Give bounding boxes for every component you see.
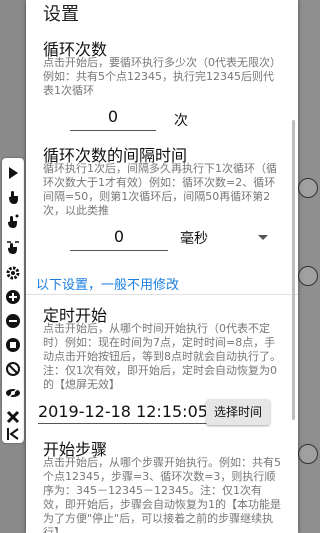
divider: [26, 294, 298, 295]
interval-unit-select[interactable]: 毫秒: [180, 224, 272, 250]
timed-start-datetime[interactable]: 2019-12-18 12:15:05: [38, 402, 210, 424]
start-step-description: 点击开始后，从哪个步骤开始执行。例如：共有5个点12345，步骤=3、循环次数=…: [43, 456, 281, 533]
tap-icon[interactable]: [4, 212, 22, 230]
scrollbar[interactable]: [292, 120, 295, 420]
settings-dialog: 设置 循环次数 点击开始后，要循环执行多少次（0代表无限次）例如：共有5个点12…: [26, 0, 298, 533]
interval-unit-selected: 毫秒: [180, 231, 208, 247]
loop-interval-description: 循环执行1次后，间隔多久再执行下1次循环（循环次数大于1才有效）例如：循环次数=…: [43, 162, 277, 217]
background-marker-circle: [298, 444, 318, 464]
loop-count-unit: 次: [174, 113, 188, 129]
loop-count-input[interactable]: 0: [70, 104, 156, 131]
close-icon[interactable]: [4, 408, 22, 426]
settings-icon[interactable]: [4, 264, 22, 282]
select-time-button[interactable]: 选择时间: [206, 399, 270, 425]
play-icon[interactable]: [4, 164, 22, 182]
stop-icon[interactable]: [4, 336, 22, 354]
swipe-icon[interactable]: [4, 238, 22, 256]
dialog-title: 设置: [43, 4, 79, 25]
loop-interval-input[interactable]: 0: [70, 224, 168, 251]
background-marker-circle: [298, 266, 318, 286]
remove-icon[interactable]: [4, 312, 22, 330]
chevron-down-icon: [258, 235, 268, 240]
touch-icon[interactable]: [4, 188, 22, 206]
eye-off-icon[interactable]: [4, 384, 22, 402]
loop-count-description: 点击开始后，要循环执行多少次（0代表无限次）例如：共有5个点12345，执行完1…: [43, 56, 281, 97]
collapse-icon[interactable]: [4, 426, 22, 442]
add-icon[interactable]: [4, 288, 22, 306]
timed-start-description: 点击开始后，从哪个时间开始执行（0代表不定时）例如：现在时间为7点，定时时间=8…: [43, 322, 281, 391]
advanced-settings-link[interactable]: 以下设置，一般不用修改: [36, 274, 179, 293]
hide-icon[interactable]: [4, 360, 22, 378]
background-marker-circle: [298, 178, 318, 198]
floating-toolbar: [2, 158, 24, 443]
